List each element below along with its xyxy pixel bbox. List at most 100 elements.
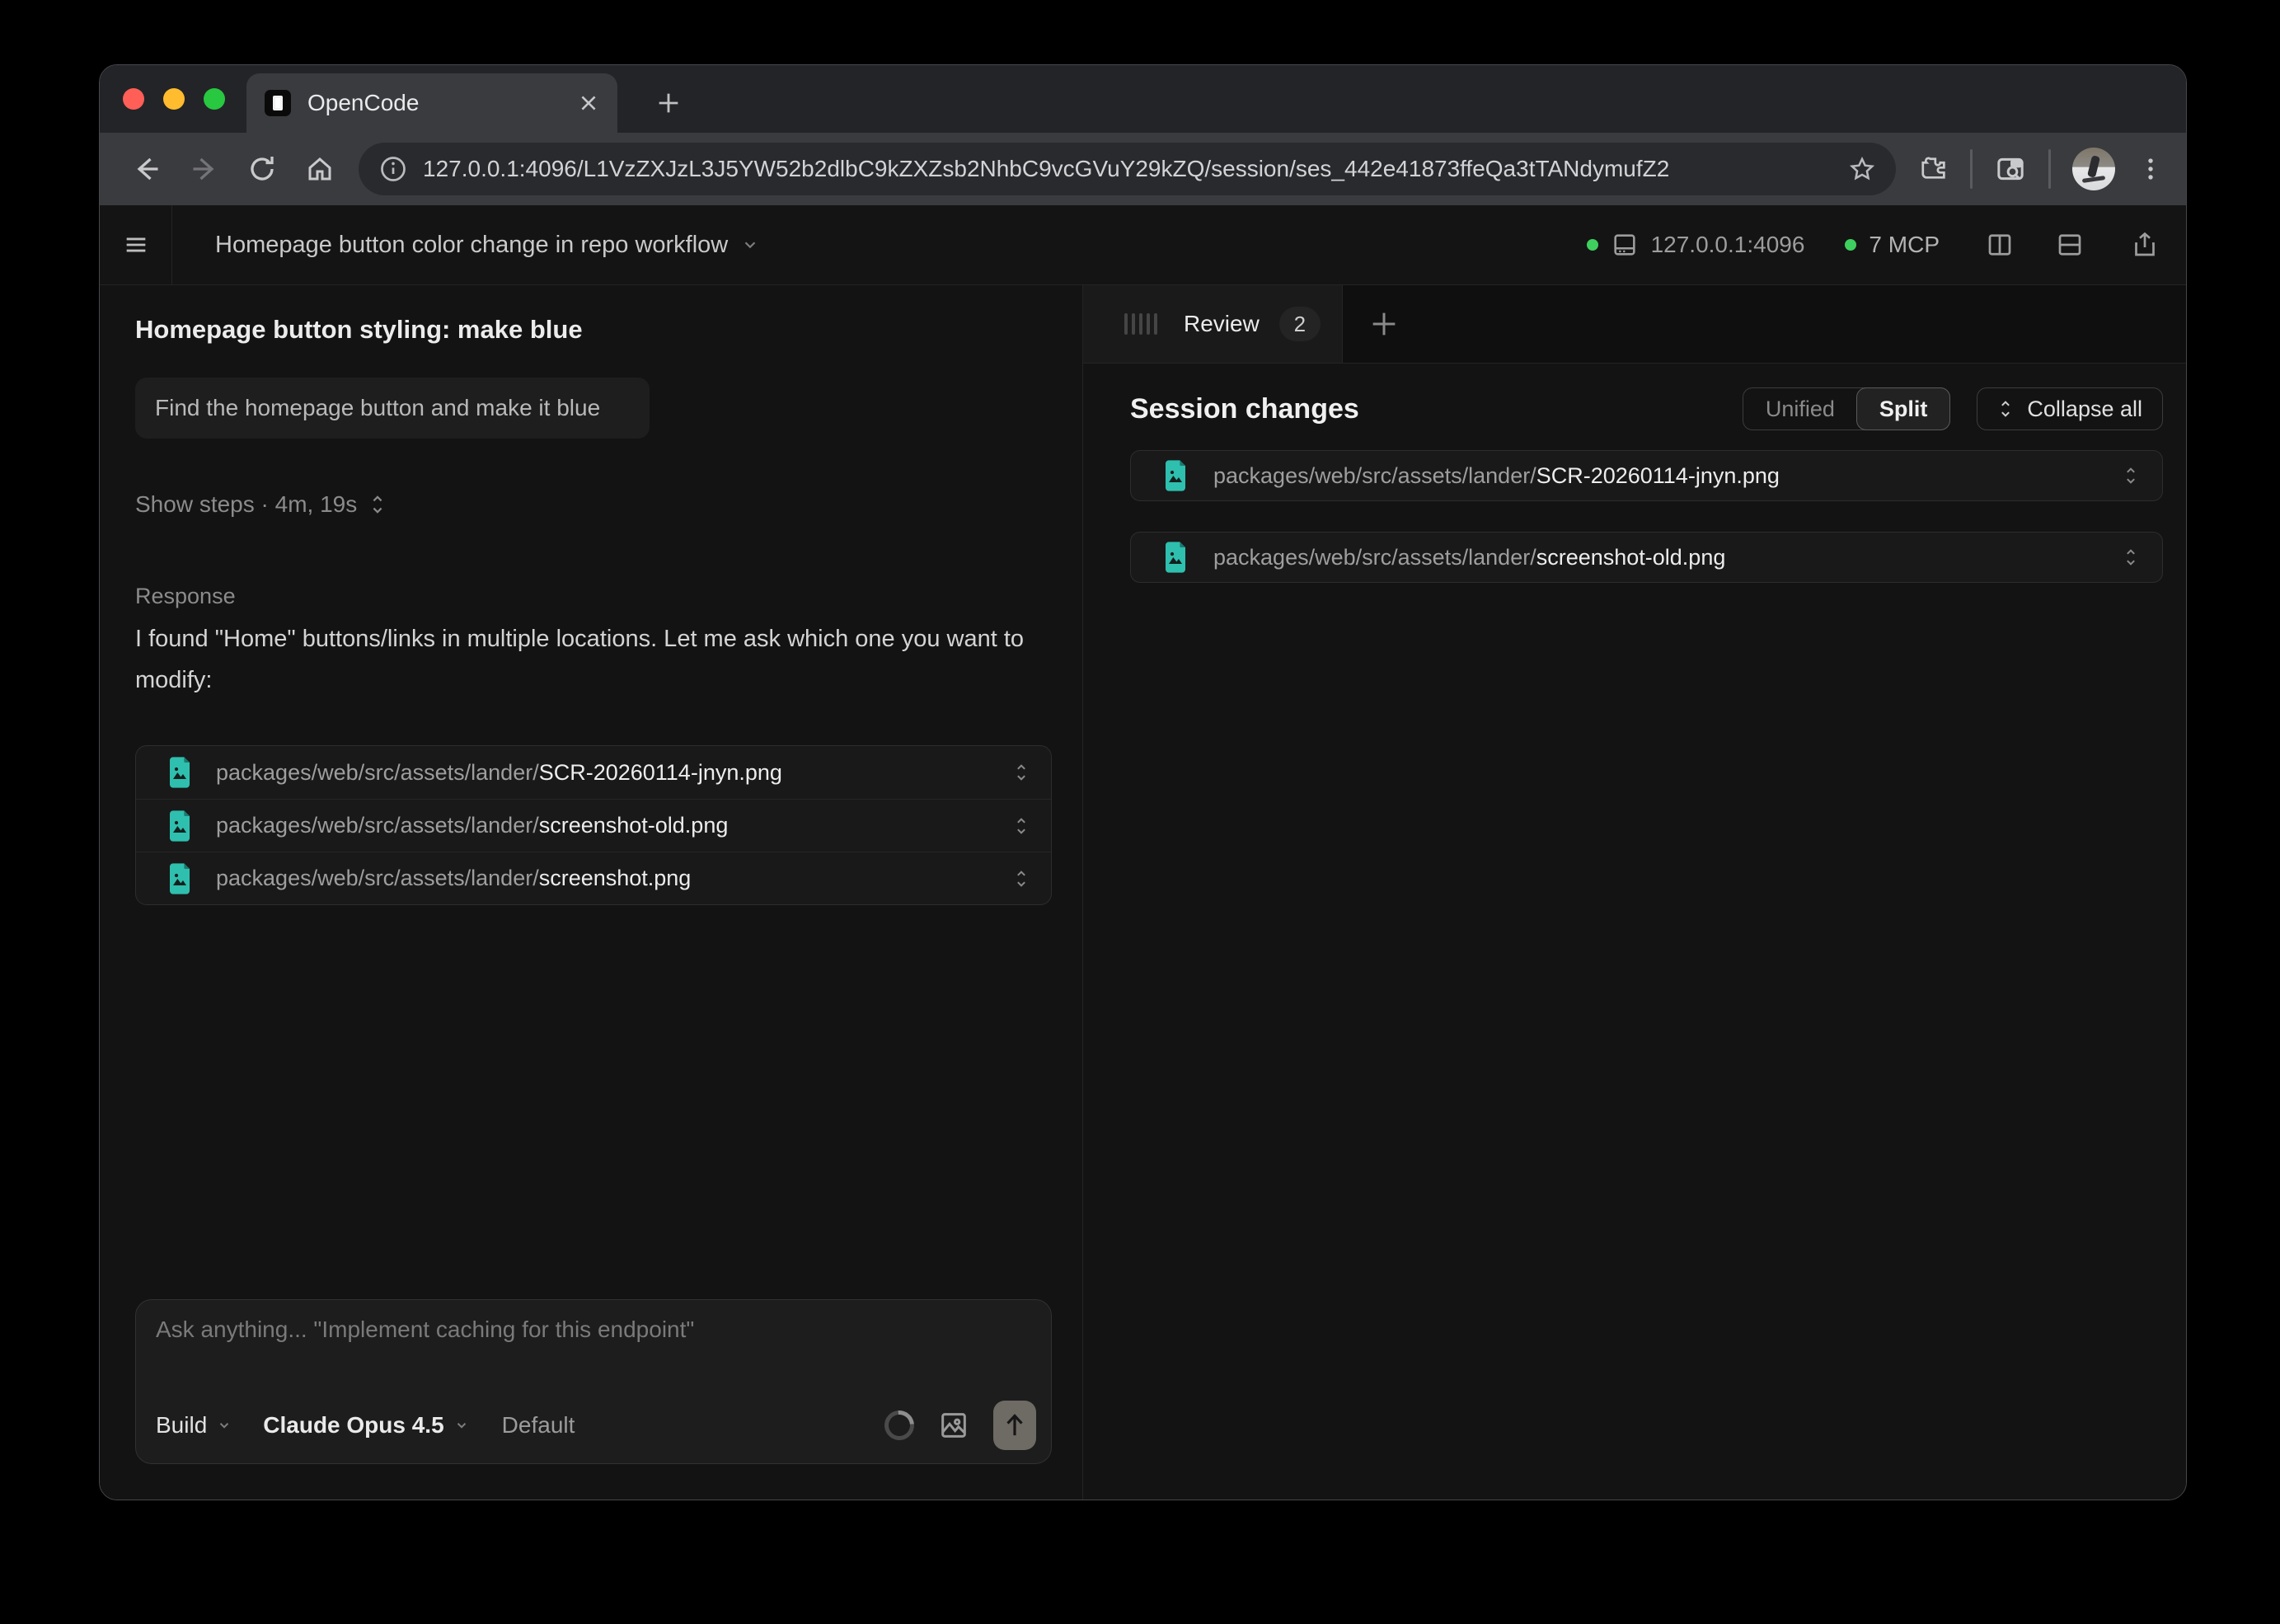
session-title-dropdown[interactable]: Homepage button color change in repo wor…: [172, 205, 759, 284]
image-file-icon: [1162, 542, 1189, 573]
split-horizontal-icon[interactable]: [2055, 230, 2085, 260]
session-title-text: Homepage button color change in repo wor…: [215, 232, 728, 259]
expand-collapse-icon: [1013, 868, 1030, 889]
file-name: SCR-20260114-jnyn.png: [1536, 463, 1780, 488]
composer-input[interactable]: [156, 1317, 980, 1382]
model-label: Claude Opus 4.5: [263, 1412, 443, 1439]
attach-image-icon[interactable]: [937, 1409, 970, 1442]
file-name: screenshot-old.png: [1536, 545, 1726, 570]
view-unified-button[interactable]: Unified: [1743, 388, 1857, 429]
close-window-button[interactable]: [123, 88, 144, 110]
session-changes-heading: Session changes: [1130, 393, 1359, 425]
toolbar-separator-2: [2048, 149, 2051, 189]
chat-heading: Homepage button styling: make blue: [135, 315, 583, 345]
tab-close-icon[interactable]: [578, 92, 599, 114]
file-name: SCR-20260114-jnyn.png: [539, 760, 782, 785]
home-button[interactable]: [294, 143, 345, 195]
changed-file-row[interactable]: packages/web/src/assets/lander/screensho…: [1130, 532, 2163, 583]
browser-toolbar: [100, 133, 2186, 205]
file-row[interactable]: packages/web/src/assets/lander/screensho…: [136, 799, 1051, 852]
new-tab-button[interactable]: [650, 85, 687, 121]
image-file-icon: [167, 757, 193, 788]
app-header: Homepage button color change in repo wor…: [100, 205, 2186, 285]
model-selector[interactable]: Claude Opus 4.5: [263, 1412, 468, 1439]
mode-label: Build: [156, 1412, 207, 1439]
forward-button[interactable]: [179, 143, 230, 195]
preset-selector[interactable]: Default: [502, 1412, 575, 1439]
tab-review[interactable]: Review 2: [1083, 285, 1343, 363]
add-tab-button[interactable]: [1343, 285, 1425, 363]
profile-avatar[interactable]: [2072, 148, 2115, 190]
changed-file-row[interactable]: packages/web/src/assets/lander/SCR-20260…: [1130, 450, 2163, 501]
collapse-all-button[interactable]: Collapse all: [1977, 387, 2163, 430]
response-file-list: packages/web/src/assets/lander/SCR-20260…: [135, 745, 1052, 905]
chevron-down-icon: [741, 236, 759, 254]
response-label: Response: [135, 584, 236, 609]
response-text: I found "Home" buttons/links in multiple…: [135, 618, 1038, 701]
address-bar[interactable]: [359, 143, 1896, 195]
browser-menu-icon[interactable]: [2137, 155, 2165, 183]
back-button[interactable]: [121, 143, 172, 195]
collapse-icon: [1997, 398, 2014, 420]
message-composer: Build Claude Opus 4.5 Default: [135, 1299, 1052, 1464]
send-button[interactable]: [993, 1401, 1036, 1450]
tab-search-icon[interactable]: [1994, 153, 2027, 185]
url-input[interactable]: [423, 156, 1848, 182]
image-file-icon: [167, 863, 193, 894]
mcp-count: 7 MCP: [1869, 232, 1940, 258]
show-steps-label: Show steps · 4m, 19s: [135, 491, 357, 518]
browser-window: OpenCode: [99, 64, 2187, 1500]
file-dir: packages/web/src/assets/lander/: [216, 866, 539, 890]
browser-tab[interactable]: OpenCode: [246, 73, 617, 133]
collapse-all-label: Collapse all: [2027, 397, 2142, 422]
chevron-down-icon: [217, 1418, 232, 1433]
show-steps-toggle[interactable]: Show steps · 4m, 19s: [135, 491, 387, 518]
mode-selector[interactable]: Build: [156, 1412, 232, 1439]
grip-icon: [1124, 312, 1164, 336]
browser-tab-strip: OpenCode: [100, 65, 2186, 133]
file-dir: packages/web/src/assets/lander/: [216, 813, 539, 838]
server-icon: [1611, 231, 1639, 259]
maximize-window-button[interactable]: [204, 88, 225, 110]
reload-button[interactable]: [237, 143, 288, 195]
toolbar-separator: [1970, 149, 1973, 189]
expand-collapse-icon: [2123, 547, 2139, 568]
hamburger-menu-icon[interactable]: [122, 231, 150, 259]
context-usage-ring: [879, 1405, 921, 1447]
review-panel: Review 2 Session changes Unified Split: [1083, 285, 2186, 1500]
share-icon[interactable]: [2130, 230, 2160, 260]
opencode-favicon-icon: [265, 90, 291, 116]
user-message-text: Find the homepage button and make it blu…: [155, 395, 600, 421]
file-row[interactable]: packages/web/src/assets/lander/SCR-20260…: [136, 746, 1051, 799]
split-vertical-icon[interactable]: [1985, 230, 2015, 260]
site-info-icon[interactable]: [378, 154, 408, 184]
image-file-icon: [1162, 460, 1189, 491]
review-tab-bar: Review 2: [1083, 285, 2186, 364]
server-status-dot: [1587, 239, 1598, 251]
file-row[interactable]: packages/web/src/assets/lander/screensho…: [136, 852, 1051, 904]
user-message-bubble: Find the homepage button and make it blu…: [135, 378, 650, 439]
minimize-window-button[interactable]: [163, 88, 185, 110]
chat-panel: Homepage button styling: make blue Find …: [100, 285, 1083, 1500]
file-name: screenshot.png: [539, 866, 692, 890]
file-dir: packages/web/src/assets/lander/: [1213, 463, 1536, 488]
file-dir: packages/web/src/assets/lander/: [1213, 545, 1536, 570]
chevron-down-icon: [454, 1418, 469, 1433]
review-tab-label: Review: [1184, 311, 1260, 337]
tab-title: OpenCode: [307, 90, 578, 116]
preset-label: Default: [502, 1412, 575, 1439]
bookmark-star-icon[interactable]: [1848, 155, 1876, 183]
expand-collapse-icon: [1013, 815, 1030, 837]
extensions-icon[interactable]: [1917, 153, 1949, 185]
sidebar-rail: [100, 205, 172, 284]
expand-collapse-icon: [368, 494, 387, 515]
view-split-button[interactable]: Split: [1856, 387, 1951, 430]
server-address: 127.0.0.1:4096: [1651, 232, 1805, 258]
view-mode-segmented-control: Unified Split: [1743, 387, 1951, 430]
mcp-status-dot: [1845, 239, 1856, 251]
file-dir: packages/web/src/assets/lander/: [216, 760, 539, 785]
expand-collapse-icon: [1013, 762, 1030, 783]
image-file-icon: [167, 810, 193, 842]
review-count-badge: 2: [1279, 307, 1321, 341]
file-name: screenshot-old.png: [539, 813, 729, 838]
